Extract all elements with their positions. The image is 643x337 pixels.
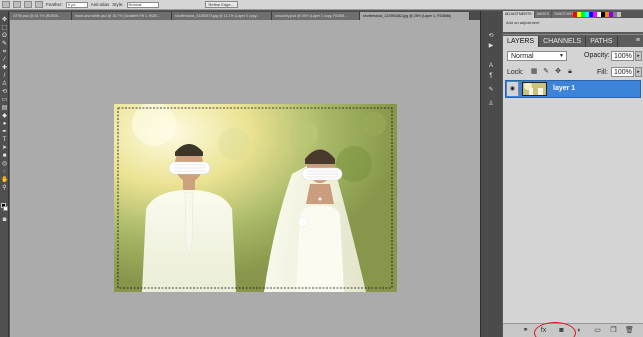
- lock-label: Lock:: [507, 69, 524, 76]
- fill-label: Fill:: [597, 69, 608, 76]
- blend-mode-value: Normal: [511, 53, 534, 60]
- layers-tab-bar: LAYERS CHANNELS PATHS: [503, 35, 643, 47]
- tool-preset-icon[interactable]: [2, 1, 10, 8]
- panel-icon-strip: ⟲ ▶ A ¶ ✎ ♙: [480, 11, 502, 337]
- crop-tool-icon[interactable]: ⌗: [1, 49, 8, 55]
- options-bar: Feather: 0 px Anti-alias Style: Normal R…: [0, 0, 643, 10]
- canvas-work-area[interactable]: [10, 20, 480, 337]
- paragraph-panel-icon[interactable]: ¶: [486, 73, 496, 80]
- brush-tool-icon[interactable]: /: [1, 73, 8, 79]
- healing-brush-tool-icon[interactable]: ✚: [1, 65, 8, 71]
- tab-paths[interactable]: PATHS: [586, 36, 618, 47]
- adjustment-hint: Add an adjustment: [506, 20, 540, 25]
- background-color-swatch[interactable]: [3, 206, 8, 211]
- doc-tab-active[interactable]: shutterstock_122950382.jpg @ 25% (Layer …: [360, 12, 470, 20]
- quick-mask-icon[interactable]: ◙: [1, 217, 8, 223]
- chevron-down-icon: ▼: [559, 53, 564, 59]
- toolbox: ✥ ⬚ ʘ ✎ ⌗ ⁄ ✚ / ♙ ⟲ ▭ ▤ ◆ ● ✒ T ➤ ■ ◎ ◌ …: [0, 11, 9, 337]
- lock-transparency-icon[interactable]: ▦: [530, 68, 538, 76]
- link-layers-icon[interactable]: ⚭: [521, 327, 530, 335]
- fill-slider-toggle[interactable]: ▸: [635, 67, 642, 77]
- new-adjustment-layer-icon[interactable]: ◐: [575, 327, 584, 335]
- history-panel-icon[interactable]: ⟲: [486, 33, 496, 40]
- tab-adjustments[interactable]: ADJUSTMENTS: [503, 11, 534, 18]
- layers-panel: LAYERS CHANNELS PATHS ≡ Normal ▼ Opacity…: [503, 34, 643, 337]
- type-tool-icon[interactable]: T: [1, 137, 8, 143]
- pen-tool-icon[interactable]: ✒: [1, 129, 8, 135]
- opacity-slider-toggle[interactable]: ▸: [635, 51, 642, 61]
- wedding-photo: [114, 104, 397, 292]
- adjustments-panel: ADJUSTMENTS MASKS SWATCHES STYLES Add an…: [503, 11, 643, 32]
- doc-tab[interactable]: GT95.psd @ 34.7% (RGB/8...: [10, 12, 72, 20]
- annotation-circle: [534, 322, 576, 337]
- opacity-input[interactable]: 100%: [611, 51, 634, 61]
- trash-icon[interactable]: 🗑︎: [625, 327, 634, 335]
- eye-icon[interactable]: ◉: [507, 82, 519, 96]
- clone-source-panel-icon[interactable]: ♙: [486, 101, 496, 108]
- layer-thumbnail: [522, 82, 547, 96]
- gradient-tool-icon[interactable]: ▤: [1, 105, 8, 111]
- marquee-tool-icon[interactable]: ⬚: [1, 25, 8, 31]
- selection-subtract-icon[interactable]: [35, 1, 43, 8]
- feather-input[interactable]: 0 px: [65, 1, 88, 8]
- blur-tool-icon[interactable]: ◆: [1, 113, 8, 119]
- brushes-panel-icon[interactable]: ✎: [486, 87, 496, 94]
- zoom-tool-icon[interactable]: ⚲: [1, 185, 8, 191]
- 3d-orbit-tool-icon[interactable]: ◌: [1, 169, 8, 175]
- lock-position-icon[interactable]: ✥: [554, 68, 562, 76]
- path-select-tool-icon[interactable]: ➤: [1, 145, 8, 151]
- lock-all-icon[interactable]: 🔒︎: [566, 68, 574, 76]
- document-tab-bar: GT95.psd @ 34.7% (RGB/8... black and whi…: [10, 11, 485, 20]
- lasso-tool-icon[interactable]: ʘ: [1, 33, 8, 39]
- layer-row-layer-1[interactable]: ◉ layer 1: [505, 80, 641, 98]
- selection-add-icon[interactable]: [24, 1, 32, 8]
- style-select[interactable]: Normal: [126, 1, 159, 8]
- eraser-tool-icon[interactable]: ▭: [1, 97, 8, 103]
- new-group-icon[interactable]: ▭: [593, 327, 602, 335]
- new-layer-icon[interactable]: ❐: [609, 327, 618, 335]
- style-label: Style:: [112, 2, 124, 7]
- swatches-row: [573, 12, 621, 17]
- character-panel-icon[interactable]: A: [486, 63, 496, 70]
- opacity-label: Opacity:: [584, 52, 610, 59]
- color-swatch[interactable]: [617, 12, 621, 17]
- quick-select-tool-icon[interactable]: ✎: [1, 41, 8, 47]
- dodge-tool-icon[interactable]: ●: [1, 121, 8, 127]
- 3d-rotate-tool-icon[interactable]: ◎: [1, 161, 8, 167]
- clone-stamp-tool-icon[interactable]: ♙: [1, 81, 8, 87]
- doc-tab[interactable]: black and white.psd @ 16.7% (Gradient Fi…: [72, 12, 172, 20]
- doc-tab[interactable]: smoochy.psd @ 25% (Layer 1 copy, RGB/8..…: [272, 12, 360, 20]
- panel-menu-icon[interactable]: ≡: [636, 37, 640, 44]
- blend-mode-select[interactable]: Normal ▼: [507, 51, 567, 61]
- layer-name[interactable]: layer 1: [553, 85, 575, 92]
- refine-edge-button[interactable]: Refine Edge...: [204, 1, 238, 8]
- tab-channels[interactable]: CHANNELS: [539, 36, 587, 47]
- wedding-photo-canvas[interactable]: [114, 104, 397, 292]
- shape-tool-icon[interactable]: ■: [1, 153, 8, 159]
- history-brush-tool-icon[interactable]: ⟲: [1, 89, 8, 95]
- tab-masks[interactable]: MASKS: [534, 11, 552, 18]
- hand-tool-icon[interactable]: ✋: [1, 177, 8, 183]
- lock-pixels-icon[interactable]: ✎: [542, 68, 550, 76]
- actions-panel-icon[interactable]: ▶: [486, 43, 496, 50]
- eyedropper-tool-icon[interactable]: ⁄: [1, 57, 8, 63]
- layers-list-empty-area: [503, 99, 643, 323]
- doc-tab[interactable]: shutterstock_43280573.jpg @ 11.1% (Layer…: [172, 12, 272, 20]
- tab-layers[interactable]: LAYERS: [503, 36, 540, 47]
- move-tool-icon[interactable]: ✥: [1, 17, 8, 23]
- fill-input[interactable]: 100%: [611, 67, 634, 77]
- selection-mode-icon[interactable]: [13, 1, 21, 8]
- anti-alias-checkbox[interactable]: Anti-alias: [91, 2, 110, 7]
- feather-label: Feather:: [46, 2, 63, 7]
